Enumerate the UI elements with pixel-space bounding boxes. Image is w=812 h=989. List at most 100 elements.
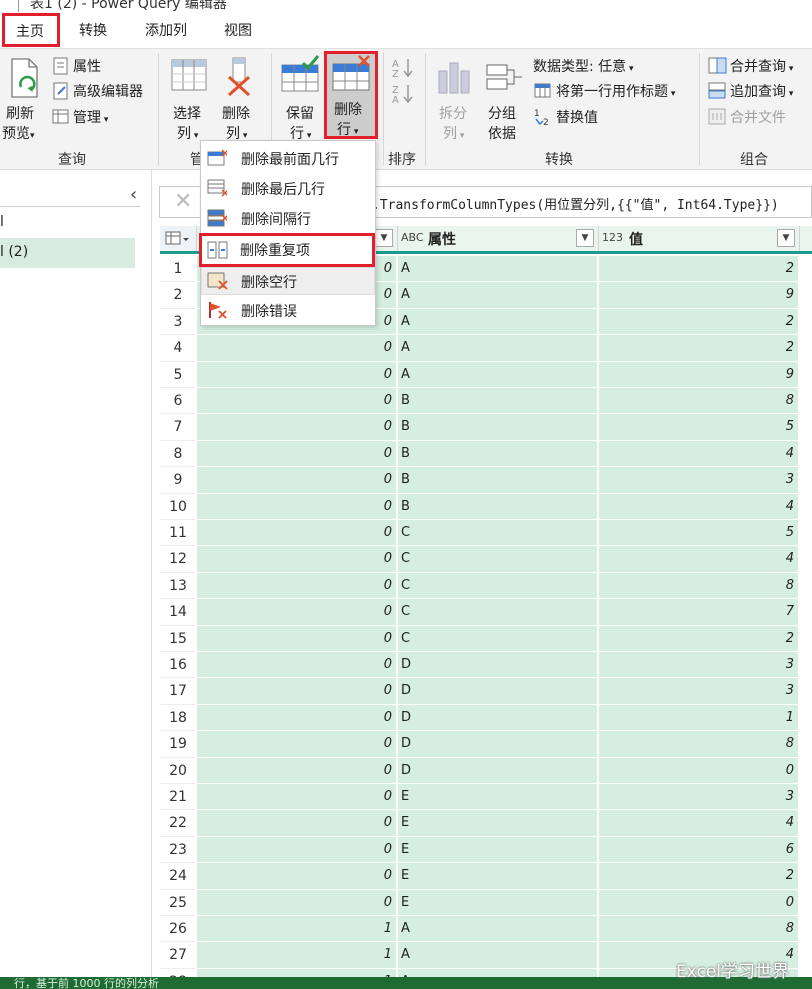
menu-item-remove-duplicates[interactable]: 删除重复项: [199, 233, 375, 267]
split-column-button[interactable]: 拆分 列 ▾: [433, 53, 475, 143]
column-header-attribute[interactable]: ABC 属性 ▼: [398, 226, 599, 251]
chevron-down-icon[interactable]: ▼: [375, 229, 393, 247]
table-cell-attribute[interactable]: B: [398, 414, 598, 441]
replace-values-button[interactable]: 1 2 替换值: [532, 106, 632, 128]
table-row[interactable]: 20 0 D 0: [160, 757, 812, 784]
manage-button[interactable]: 管理 ▾: [50, 106, 130, 128]
table-row[interactable]: 25 0 E 0: [160, 889, 812, 916]
menu-item-remove-top-rows[interactable]: 删除最前面几行: [201, 143, 375, 173]
table-cell-value[interactable]: 0: [599, 889, 799, 916]
table-cell-value[interactable]: 1: [599, 704, 799, 732]
chevron-left-icon[interactable]: ‹: [130, 184, 137, 205]
table-cell-attribute[interactable]: B: [398, 467, 598, 494]
table-cell-col1[interactable]: 0: [197, 784, 397, 811]
refresh-preview-button[interactable]: 刷新 预览▾: [2, 53, 46, 143]
table-cell-col1[interactable]: 0: [197, 731, 397, 758]
table-row[interactable]: 80B4: [160, 440, 812, 468]
table-cell-col1[interactable]: 1: [197, 942, 397, 969]
table-cell-attribute[interactable]: C: [398, 520, 598, 547]
table-cell-value[interactable]: 3: [599, 652, 799, 679]
group-by-button[interactable]: 分组 依据: [482, 53, 528, 143]
table-cell-value[interactable]: 8: [599, 388, 799, 415]
tab-home[interactable]: 主页: [2, 13, 60, 47]
table-cell-value[interactable]: 9: [599, 361, 799, 388]
table-cell-attribute[interactable]: A: [398, 256, 598, 283]
table-cell-value[interactable]: 3: [599, 784, 799, 811]
table-cell-col1[interactable]: 0: [197, 388, 397, 415]
table-cell-value[interactable]: 8: [599, 572, 799, 600]
table-cell-attribute[interactable]: A: [398, 942, 598, 969]
table-cell-col1[interactable]: 0: [197, 335, 397, 362]
tab-add-column[interactable]: 添加列: [145, 20, 187, 40]
menu-item-remove-blank-rows[interactable]: 删除空行: [201, 267, 375, 295]
data-type-button[interactable]: 数据类型: 任意 ▾: [532, 55, 652, 77]
merge-queries-button[interactable]: 合并查询 ▾: [706, 55, 812, 77]
table-cell-col1[interactable]: 0: [197, 652, 397, 679]
table-row[interactable]: 10 0 B 4: [160, 493, 812, 520]
table-cell-value[interactable]: 4: [599, 810, 799, 837]
table-row[interactable]: 26 1 A 8: [160, 916, 812, 943]
table-cell-attribute[interactable]: A: [398, 308, 598, 336]
choose-columns-button[interactable]: 选择 列 ▾: [165, 53, 213, 143]
table-row[interactable]: 40A2: [160, 335, 812, 362]
table-cell-value[interactable]: 9: [599, 282, 799, 309]
table-cell-attribute[interactable]: E: [398, 784, 598, 811]
query-item-1[interactable]: l: [0, 214, 4, 230]
table-row[interactable]: 24 0 E 2: [160, 863, 812, 890]
table-cell-value[interactable]: 7: [599, 599, 799, 626]
table-cell-col1[interactable]: 0: [197, 836, 397, 864]
table-row[interactable]: 16 0 D 3: [160, 652, 812, 679]
table-cell-attribute[interactable]: D: [398, 678, 598, 705]
table-cell-value[interactable]: 5: [599, 414, 799, 441]
table-cell-col1[interactable]: 0: [197, 440, 397, 468]
table-cell-attribute[interactable]: D: [398, 704, 598, 732]
table-row[interactable]: 23 0 E 6: [160, 836, 812, 864]
sort-descending-button[interactable]: Z A: [390, 83, 418, 106]
table-cell-col1[interactable]: 0: [197, 863, 397, 890]
table-cell-col1[interactable]: 0: [197, 625, 397, 652]
table-row[interactable]: 13 0 C 8: [160, 572, 812, 600]
table-cell-col1[interactable]: 0: [197, 572, 397, 600]
table-row[interactable]: 21 0 E 3: [160, 784, 812, 811]
keep-rows-button[interactable]: 保留 行 ▾: [278, 53, 324, 143]
table-cell-col1[interactable]: 0: [197, 889, 397, 916]
table-cell-col1[interactable]: 0: [197, 704, 397, 732]
table-row[interactable]: 17 0 D 3: [160, 678, 812, 705]
table-cell-attribute[interactable]: B: [398, 440, 598, 468]
table-cell-attribute[interactable]: B: [398, 493, 598, 520]
table-row[interactable]: 12 0 C 4: [160, 546, 812, 573]
table-menu[interactable]: [160, 226, 197, 251]
table-cell-col1[interactable]: 0: [197, 493, 397, 520]
table-row[interactable]: 15 0 C 2: [160, 625, 812, 652]
merge-files-button[interactable]: 合并文件: [706, 106, 812, 128]
table-row[interactable]: 14 0 C 7: [160, 599, 812, 626]
table-cell-col1[interactable]: 0: [197, 361, 397, 388]
table-cell-attribute[interactable]: E: [398, 889, 598, 916]
table-cell-attribute[interactable]: D: [398, 652, 598, 679]
table-cell-attribute[interactable]: A: [398, 361, 598, 388]
table-cell-attribute[interactable]: C: [398, 546, 598, 573]
remove-rows-button[interactable]: 删除 行 ▾: [324, 51, 378, 139]
query-item-2-selected[interactable]: l (2): [0, 238, 135, 268]
table-cell-attribute[interactable]: A: [398, 968, 598, 977]
table-cell-attribute[interactable]: E: [398, 863, 598, 890]
table-cell-attribute[interactable]: D: [398, 757, 598, 784]
advanced-editor-button[interactable]: 高级编辑器: [50, 80, 154, 102]
use-first-row-button[interactable]: 将第一行用作标题 ▾: [532, 80, 692, 102]
table-cell-value[interactable]: 6: [599, 836, 799, 864]
table-cell-col1[interactable]: 0: [197, 546, 397, 573]
table-row[interactable]: 50A9: [160, 361, 812, 388]
table-cell-col1[interactable]: 0: [197, 467, 397, 494]
table-cell-col1[interactable]: 0: [197, 810, 397, 837]
table-cell-attribute[interactable]: B: [398, 388, 598, 415]
table-cell-attribute[interactable]: E: [398, 836, 598, 864]
table-row[interactable]: 11 0 C 5: [160, 520, 812, 547]
table-cell-attribute[interactable]: C: [398, 625, 598, 652]
chevron-down-icon[interactable]: ▼: [777, 229, 795, 247]
properties-button[interactable]: 属性: [50, 55, 150, 77]
table-cell-value[interactable]: 8: [599, 916, 799, 943]
table-cell-col1[interactable]: 1: [197, 916, 397, 943]
table-row[interactable]: 70B5: [160, 414, 812, 441]
table-cell-attribute[interactable]: A: [398, 282, 598, 309]
table-cell-attribute[interactable]: C: [398, 572, 598, 600]
